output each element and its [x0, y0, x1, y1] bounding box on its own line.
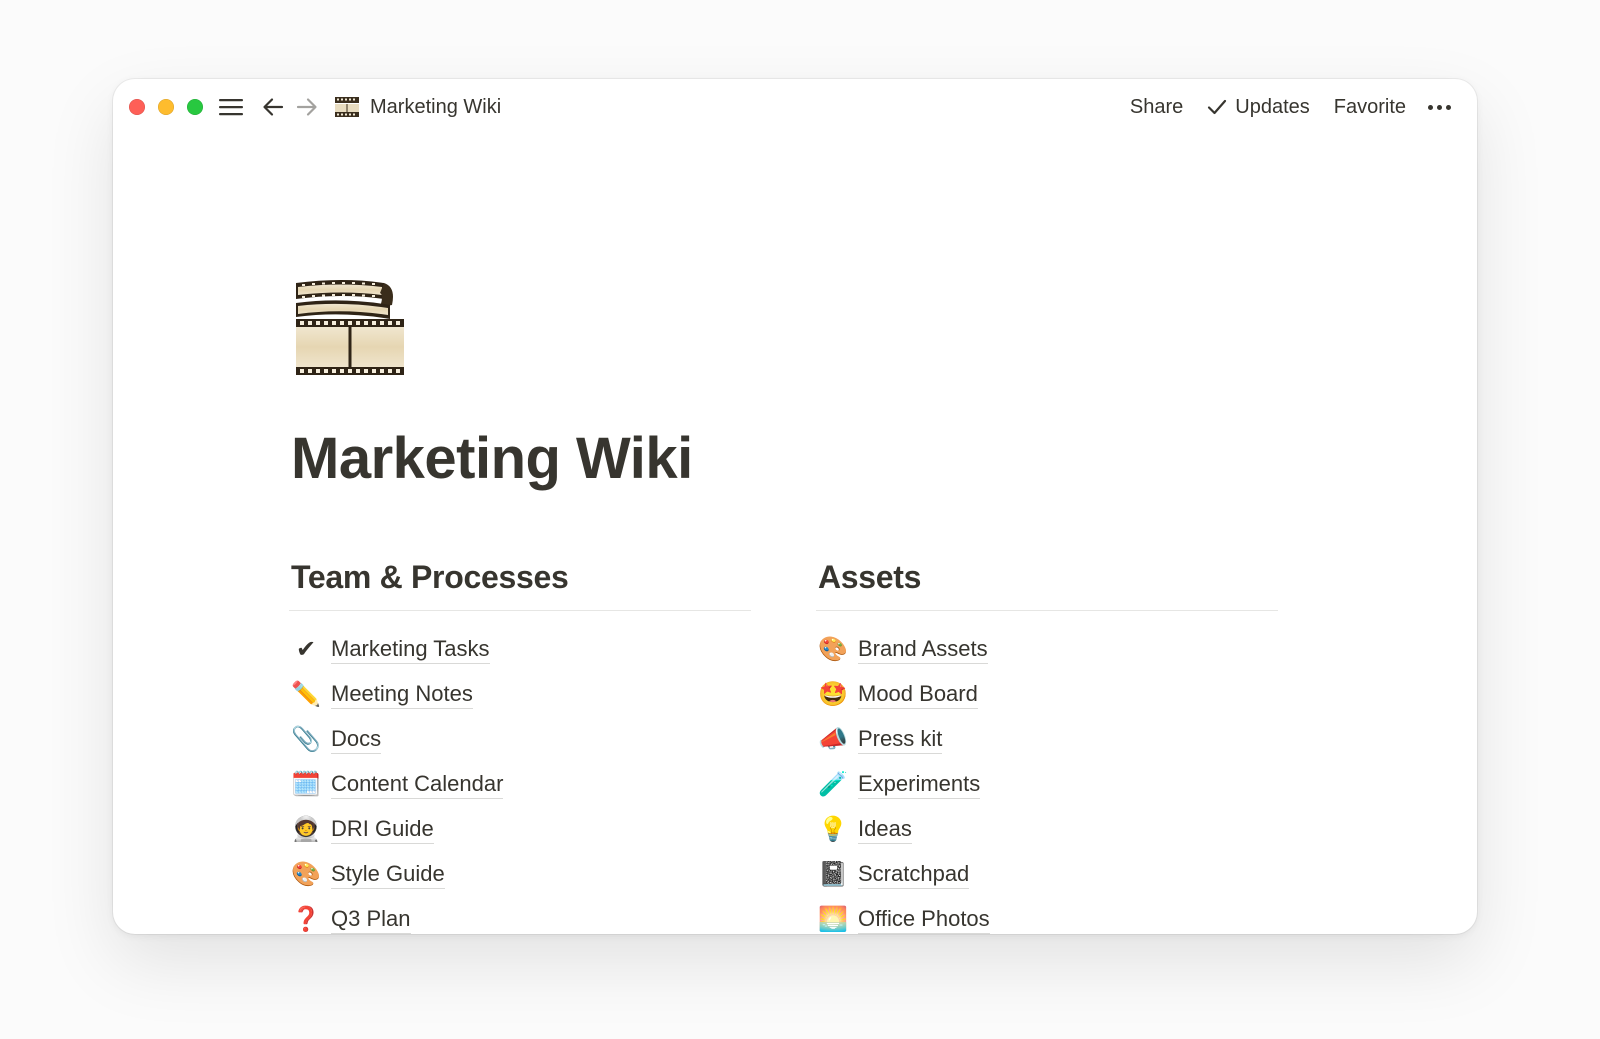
- app-window: Marketing Wiki Share Updates Favorite Ma…: [113, 79, 1477, 934]
- column-heading[interactable]: Team & Processes: [289, 556, 751, 598]
- megaphone-icon: 📣: [818, 725, 848, 753]
- page-link-label: Content Calendar: [331, 771, 504, 799]
- page-link-mood-board[interactable]: 🤩 Mood Board: [816, 672, 1278, 717]
- page-link-q3-plan[interactable]: ❓ Q3 Plan: [289, 897, 751, 934]
- checkmark-icon: [1208, 99, 1227, 115]
- share-button[interactable]: Share: [1130, 96, 1183, 119]
- sunrise-icon: 🌅: [818, 905, 848, 933]
- calendar-icon: 🗓️: [291, 770, 321, 798]
- column-heading[interactable]: Assets: [816, 556, 1278, 598]
- title-bar: Marketing Wiki Share Updates Favorite: [113, 79, 1477, 135]
- updates-label: Updates: [1235, 95, 1310, 118]
- page-link-label: Docs: [331, 726, 382, 754]
- page-link-docs[interactable]: 📎 Docs: [289, 717, 751, 762]
- column-assets: Assets 🎨 Brand Assets 🤩 Mood Board 📣 Pre…: [816, 556, 1278, 934]
- page-link-label: Experiments: [858, 771, 981, 799]
- favorite-label: Favorite: [1333, 95, 1406, 118]
- divider: [816, 610, 1278, 611]
- minimize-window-button[interactable]: [158, 99, 174, 115]
- page-link-dri-guide[interactable]: 🧑‍🚀 DRI Guide: [289, 807, 751, 852]
- forward-arrow-icon[interactable]: [294, 93, 320, 121]
- astronaut-icon: 🧑‍🚀: [291, 815, 321, 843]
- page-link-label: DRI Guide: [331, 816, 434, 844]
- breadcrumb-page-title: Marketing Wiki: [370, 95, 502, 118]
- zoom-window-button[interactable]: [187, 99, 203, 115]
- page-title[interactable]: Marketing Wiki: [291, 424, 693, 494]
- film-strip-icon[interactable]: [292, 275, 404, 379]
- page-link-scratchpad[interactable]: 📓 Scratchpad: [816, 852, 1278, 897]
- page-link-experiments[interactable]: 🧪 Experiments: [816, 762, 1278, 807]
- pencil-icon: ✏️: [291, 680, 321, 708]
- page-link-brand-assets[interactable]: 🎨 Brand Assets: [816, 627, 1278, 672]
- page-link-label: Mood Board: [858, 681, 978, 709]
- updates-button[interactable]: Updates: [1207, 96, 1310, 119]
- palette-icon: 🎨: [818, 635, 848, 663]
- page-link-press-kit[interactable]: 📣 Press kit: [816, 717, 1278, 762]
- more-options-icon[interactable]: [1428, 91, 1451, 123]
- page-link-label: Press kit: [858, 726, 943, 754]
- page-link-label: Brand Assets: [858, 636, 988, 664]
- page-link-meeting-notes[interactable]: ✏️ Meeting Notes: [289, 672, 751, 717]
- page-link-style-guide[interactable]: 🎨 Style Guide: [289, 852, 751, 897]
- sidebar-toggle-icon[interactable]: [217, 93, 245, 121]
- page-link-label: Meeting Notes: [331, 681, 473, 709]
- page-link-label: Marketing Tasks: [331, 636, 490, 664]
- back-arrow-icon[interactable]: [260, 93, 286, 121]
- page-link-label: Ideas: [858, 816, 912, 844]
- checkmark-icon: ✔: [295, 635, 317, 663]
- close-window-button[interactable]: [129, 99, 145, 115]
- page-link-marketing-tasks[interactable]: ✔ Marketing Tasks: [289, 627, 751, 672]
- palette-icon: 🎨: [291, 860, 321, 888]
- column-team-processes: Team & Processes ✔ Marketing Tasks ✏️ Me…: [289, 556, 751, 934]
- page-link-label: Office Photos: [858, 906, 990, 934]
- page-link-ideas[interactable]: 💡 Ideas: [816, 807, 1278, 852]
- page-link-list: ✔ Marketing Tasks ✏️ Meeting Notes 📎 Doc…: [289, 627, 751, 934]
- favorite-button[interactable]: Favorite: [1334, 96, 1406, 119]
- page-link-label: Scratchpad: [858, 861, 970, 889]
- lightbulb-icon: 💡: [818, 815, 848, 843]
- share-label: Share: [1129, 95, 1184, 118]
- film-strip-icon: [335, 97, 359, 117]
- question-icon: ❓: [291, 905, 321, 933]
- topbar-actions: Share Updates Favorite: [1106, 91, 1451, 123]
- breadcrumb[interactable]: Marketing Wiki: [334, 91, 501, 123]
- page-link-label: Q3 Plan: [331, 906, 411, 934]
- page-link-content-calendar[interactable]: 🗓️ Content Calendar: [289, 762, 751, 807]
- paperclip-icon: 📎: [291, 725, 321, 753]
- test-tube-icon: 🧪: [818, 770, 848, 798]
- page-link-label: Style Guide: [331, 861, 445, 889]
- page-link-list: 🎨 Brand Assets 🤩 Mood Board 📣 Press kit …: [816, 627, 1278, 934]
- divider: [289, 610, 751, 611]
- notebook-icon: 📓: [818, 860, 848, 888]
- page-link-office-photos[interactable]: 🌅 Office Photos: [816, 897, 1278, 934]
- star-struck-icon: 🤩: [818, 680, 848, 708]
